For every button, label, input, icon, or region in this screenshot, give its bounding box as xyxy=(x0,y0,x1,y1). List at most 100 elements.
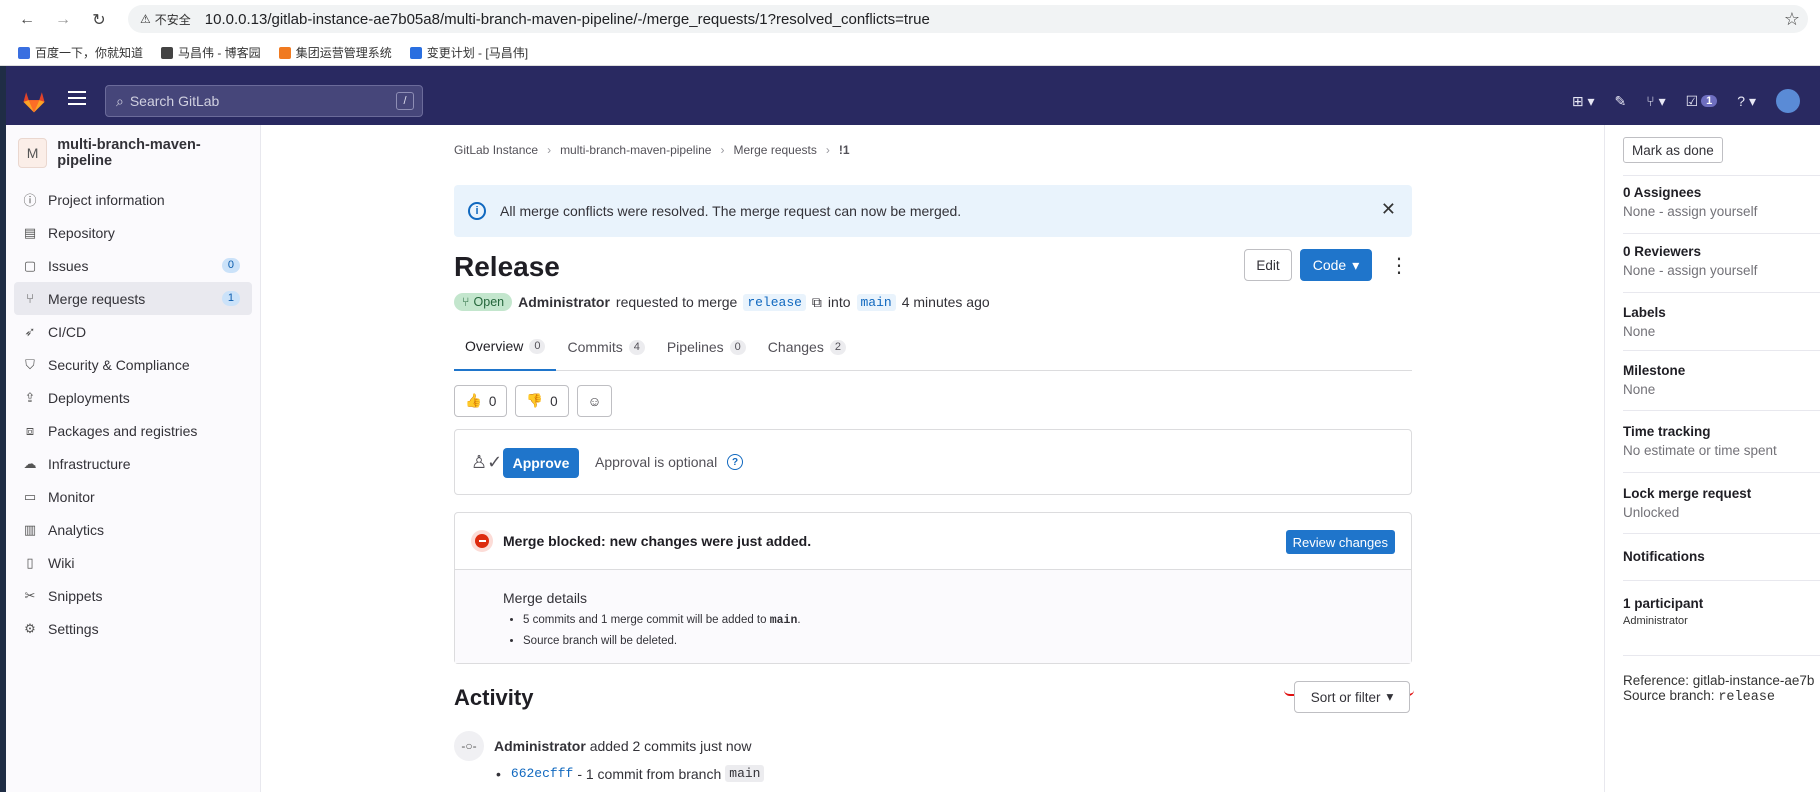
sidebar-item-project-information[interactable]: ⓘ Project information xyxy=(14,183,252,216)
avatar[interactable] xyxy=(1776,89,1800,113)
bookmark-item[interactable]: 变更计划 - [马昌伟] xyxy=(409,44,528,61)
chevron-down-icon: ▾ xyxy=(1352,256,1360,273)
sidebar-item-infrastructure[interactable]: ☁ Infrastructure xyxy=(14,447,252,480)
breadcrumb-item[interactable]: GitLab Instance xyxy=(454,143,538,157)
info-icon: i xyxy=(468,202,486,220)
blocked-icon xyxy=(471,530,493,552)
sidebar-item-wiki[interactable]: ▯ Wiki xyxy=(14,546,252,579)
divider xyxy=(1623,580,1820,581)
issues-icon: ▢ xyxy=(23,257,37,273)
merge-widget: Merge blocked: new changes were just add… xyxy=(454,512,1412,664)
reload-icon[interactable]: ↻ xyxy=(86,9,112,31)
breadcrumb-item[interactable]: !1 xyxy=(839,143,850,157)
question-icon[interactable]: ? xyxy=(727,454,743,470)
breadcrumb: GitLab Instance › multi-branch-maven-pipe… xyxy=(454,143,850,157)
assign-yourself-link[interactable]: None - assign yourself xyxy=(1623,204,1820,219)
search-input[interactable]: ⌕ Search GitLab / xyxy=(105,85,423,117)
bookmark-item[interactable]: 百度一下，你就知道 xyxy=(18,44,143,61)
bookmark-item[interactable]: 马昌伟 - 博客园 xyxy=(161,44,261,61)
alert-text: All merge conflicts were resolved. The m… xyxy=(500,203,962,219)
help-icon[interactable]: ? ▾ xyxy=(1737,93,1756,110)
browser-nav: ← → ↻ xyxy=(14,9,112,31)
tab-pipelines[interactable]: Pipelines 0 xyxy=(656,323,757,371)
tab-commits[interactable]: Commits 4 xyxy=(556,323,655,371)
bookmark-item[interactable]: 集团运营管理系统 xyxy=(278,44,392,61)
sidebar-item-issues[interactable]: ▢ Issues 0 xyxy=(14,249,252,282)
more-actions-icon[interactable]: ⋮ xyxy=(1389,253,1409,278)
tab-changes[interactable]: Changes 2 xyxy=(757,323,857,371)
search-shortcut-hint: / xyxy=(396,92,414,110)
sort-filter-button[interactable]: Sort or filter ▾ xyxy=(1294,681,1410,713)
thumbs-down-button[interactable]: 👎 0 xyxy=(515,385,569,417)
sidebar-item-snippets[interactable]: ✂ Snippets xyxy=(14,579,252,612)
merge-status-header: Merge blocked: new changes were just add… xyxy=(455,513,1411,570)
commit-sha-link[interactable]: 662ecfff xyxy=(511,766,573,781)
divider xyxy=(1623,472,1820,473)
activity-author[interactable]: Administrator xyxy=(494,738,586,754)
back-icon[interactable]: ← xyxy=(14,9,40,31)
add-reaction-button[interactable]: ☺ xyxy=(576,385,613,417)
sidebar-item-analytics[interactable]: ▥ Analytics xyxy=(14,513,252,546)
code-button[interactable]: Code ▾ xyxy=(1300,249,1372,281)
todos-icon[interactable]: ☑ 1 xyxy=(1686,93,1718,110)
target-branch[interactable]: main xyxy=(856,293,896,311)
new-dropdown-icon[interactable]: ⊞ ▾ xyxy=(1572,93,1595,110)
copy-icon[interactable]: ⧉ xyxy=(812,294,822,311)
approval-text: Approval is optional xyxy=(595,454,718,470)
assign-reviewer-link[interactable]: None - assign yourself xyxy=(1623,263,1820,278)
merge-request-icon: ⑂ xyxy=(26,291,34,306)
sidebar-item-merge-requests[interactable]: ⑂ Merge requests 1 xyxy=(14,282,252,315)
author-name[interactable]: Administrator xyxy=(518,294,610,310)
doc-icon: ▤ xyxy=(23,224,37,240)
thumbs-down-icon: 👎 xyxy=(526,393,544,408)
reviewers-section: 0 Reviewers None - assign yourself xyxy=(1623,244,1820,278)
sidebar-item-repository[interactable]: ▤ Repository xyxy=(14,216,252,249)
warning-icon: ⚠ xyxy=(140,12,151,26)
activity-commit-line: • 662ecfff - 1 commit from branch main xyxy=(496,765,765,782)
address-bar[interactable]: ⚠ 不安全 10.0.0.13/gitlab-instance-ae7b05a8/… xyxy=(128,5,1808,33)
insecure-indicator[interactable]: ⚠ 不安全 xyxy=(140,11,191,28)
sidebar-item-deployments[interactable]: ⇪ Deployments xyxy=(14,381,252,414)
assignees-section: 0 Assignees None - assign yourself xyxy=(1623,185,1820,219)
breadcrumb-item[interactable]: Merge requests xyxy=(733,143,816,157)
gitlab-topbar: ⌕ Search GitLab / ⊞ ▾ ✎ ⑂ ▾ ☑ 1 ? ▾ xyxy=(6,77,1820,125)
blog-icon xyxy=(161,46,174,59)
award-emoji-bar: 👍 0 👎 0 ☺ xyxy=(454,385,613,417)
labels-section: Labels None xyxy=(1623,305,1666,339)
merge-detail-item: Source branch will be deleted. xyxy=(523,631,1411,652)
bookmark-star-icon[interactable]: ☆ xyxy=(1784,9,1800,30)
divider xyxy=(1623,233,1820,234)
page-title: Release xyxy=(454,251,560,282)
tab-overview[interactable]: Overview 0 xyxy=(454,323,557,371)
approve-button[interactable]: Approve xyxy=(503,448,579,478)
menu-icon[interactable] xyxy=(68,91,86,105)
mr-tabs: Overview 0 Commits 4 Pipelines 0 Changes 2 xyxy=(454,323,1412,371)
project-name: multi-branch-maven-pipeline xyxy=(57,137,201,169)
merge-requests-shortcut-icon[interactable]: ⑂ ▾ xyxy=(1646,93,1665,110)
sidebar-item-security[interactable]: ⛉ Security & Compliance xyxy=(14,348,252,381)
forward-icon[interactable]: → xyxy=(50,9,76,31)
gitlab-logo-icon[interactable] xyxy=(20,87,48,115)
close-icon[interactable]: ✕ xyxy=(1381,199,1396,220)
review-changes-button[interactable]: Review changes xyxy=(1285,530,1395,554)
merge-blocked-text: Merge blocked: new changes were just add… xyxy=(503,533,812,549)
activity-item: -○- Administrator added 2 commits just n… xyxy=(454,731,752,761)
thumbs-up-button[interactable]: 👍 0 xyxy=(454,385,508,417)
sidebar-item-settings[interactable]: ⚙ Settings xyxy=(14,612,252,645)
source-branch[interactable]: release xyxy=(743,293,806,311)
breadcrumb-item[interactable]: multi-branch-maven-pipeline xyxy=(560,143,711,157)
gear-icon: ⚙ xyxy=(24,620,36,636)
mark-as-done-button[interactable]: Mark as done xyxy=(1623,137,1723,163)
sidebar-item-monitor[interactable]: ▭ Monitor xyxy=(14,480,252,513)
participant-avatar[interactable]: Administrator xyxy=(1623,615,1820,627)
deployments-icon: ⇪ xyxy=(24,389,36,405)
edit-button[interactable]: Edit xyxy=(1244,249,1292,281)
sidebar-item-cicd[interactable]: ➶ CI/CD xyxy=(14,315,252,348)
plan-icon xyxy=(409,46,422,59)
chevron-down-icon: ▾ xyxy=(1386,689,1394,704)
baidu-icon xyxy=(18,46,30,59)
issues-shortcut-icon[interactable]: ✎ xyxy=(1615,93,1627,110)
sidebar-item-packages[interactable]: ⧈ Packages and registries xyxy=(14,414,252,447)
project-header[interactable]: M multi-branch-maven-pipeline xyxy=(6,125,260,183)
info-icon: ⓘ xyxy=(23,193,37,208)
